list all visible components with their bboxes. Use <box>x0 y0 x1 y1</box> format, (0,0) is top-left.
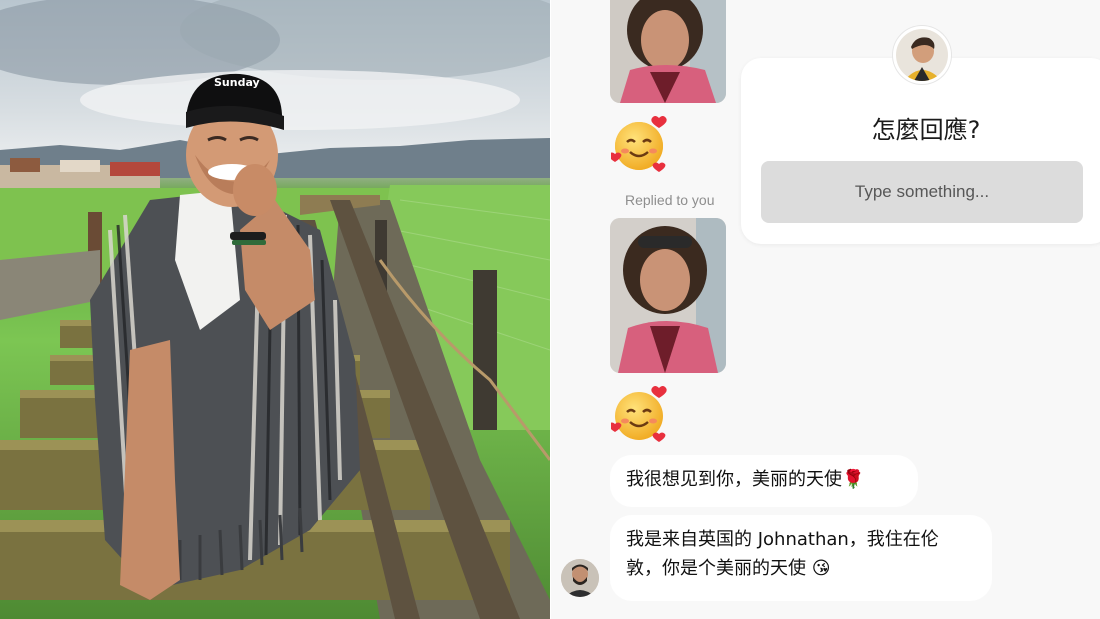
sticker-avatar <box>893 26 951 84</box>
cap-text: Sunday <box>214 76 260 89</box>
shared-photo-1-image <box>610 0 726 103</box>
message-text-line: 敦，你是个美丽的天使 <box>626 558 806 579</box>
shared-photo-2[interactable] <box>610 218 726 373</box>
shared-photo-2-image <box>610 218 726 373</box>
message-text-line: 我是来自英国的 Johnathan，我住在伦 <box>626 529 939 550</box>
replied-label: Replied to you <box>625 192 715 208</box>
shared-photo-1[interactable] <box>610 0 726 103</box>
message-bubble[interactable]: 我很想见到你，美丽的天使🌹 <box>610 455 918 507</box>
photo-illustration: Sunday <box>0 0 550 619</box>
kissing-face-icon: 😘 <box>811 558 831 579</box>
sender-avatar-image <box>561 559 599 597</box>
sticker-question: 怎麼回應? <box>871 116 981 144</box>
sticker-avatar-image <box>896 29 948 81</box>
sticker-response-input[interactable] <box>761 161 1083 223</box>
sender-avatar[interactable] <box>561 559 599 597</box>
photo-panel: Sunday <box>0 0 550 619</box>
smiling-face-with-hearts-icon <box>611 384 671 444</box>
smiling-face-with-hearts-icon <box>611 114 671 174</box>
rose-icon: 🌹 <box>842 469 865 490</box>
message-text: 我很想见到你，美丽的天使 <box>626 469 842 490</box>
message-bubble[interactable]: 我是来自英国的 Johnathan，我住在伦 敦，你是个美丽的天使 😘 <box>610 515 992 601</box>
